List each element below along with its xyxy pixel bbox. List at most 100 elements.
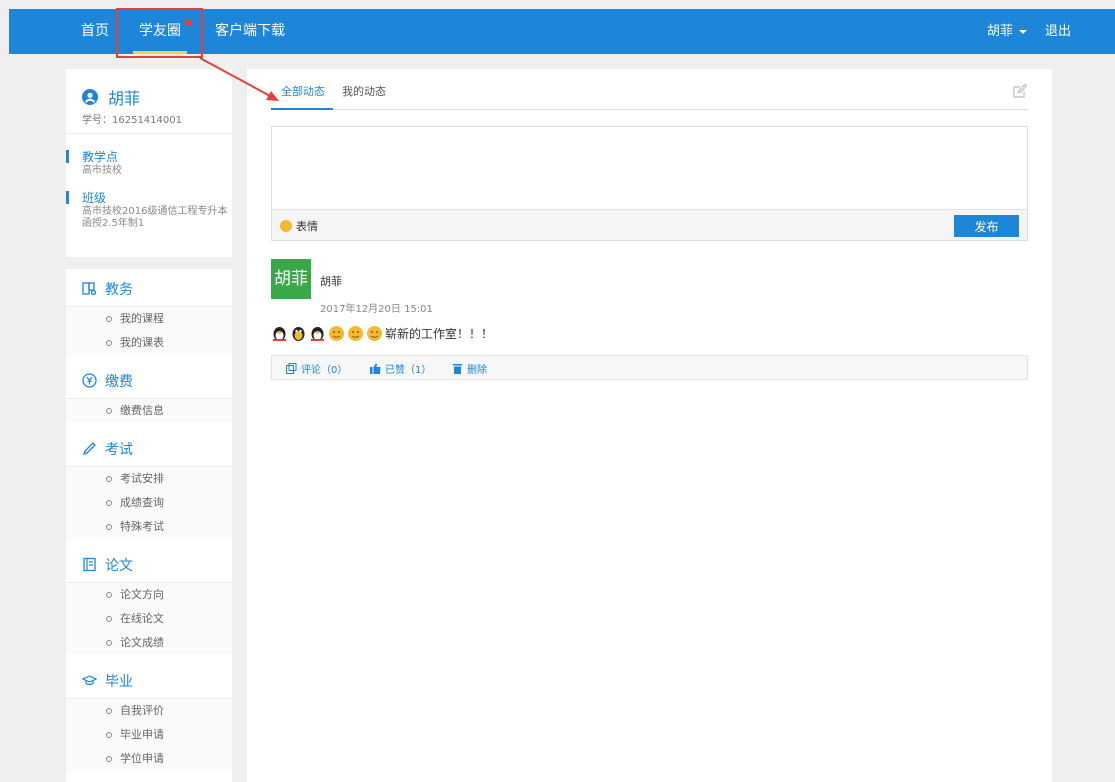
- profile-divider: [66, 133, 232, 134]
- menu-item-self-evaluation[interactable]: 自我评价: [66, 699, 232, 723]
- student-id: 学号：16251414001: [82, 115, 182, 126]
- bullet-icon: [106, 476, 112, 482]
- profile-name-row: 胡菲: [82, 85, 140, 109]
- bullet-icon: [106, 616, 112, 622]
- edit-icon[interactable]: [1012, 83, 1028, 99]
- school-accent-bar: [66, 150, 69, 163]
- delete-label: 删除: [467, 365, 487, 376]
- post-action-bar: 评论（0） 已赞（1） 删除: [271, 355, 1028, 380]
- profile-card: 胡菲 学号：16251414001 教学点 高市技校 班级 高市技校2016级通…: [66, 69, 232, 257]
- composer-toolbar: 表情 发布: [272, 209, 1027, 240]
- user-icon: [82, 89, 98, 105]
- menu-head-label: 考试: [105, 441, 133, 458]
- menu-item-label: 成绩查询: [120, 496, 164, 509]
- menu-item-my-courses[interactable]: 我的课程: [66, 307, 232, 331]
- emoji-button[interactable]: 表情: [280, 218, 318, 234]
- caret-down-icon: [1019, 29, 1027, 34]
- pencil-icon: [82, 442, 96, 456]
- smiley-emoji-icon: [329, 325, 344, 341]
- bullet-icon: [106, 732, 112, 738]
- menu-head-thesis[interactable]: 论文: [66, 547, 232, 583]
- comment-button[interactable]: 评论（0）: [286, 361, 347, 376]
- menu-head-fees[interactable]: 缴费: [66, 363, 232, 399]
- comment-icon: [286, 363, 297, 374]
- menu-head-academic[interactable]: 教务: [66, 271, 232, 307]
- side-menu: 教务 我的课程 我的课表 缴费 缴费信息 考试 考试安排 成绩查询 特殊考试 论…: [66, 269, 232, 782]
- yen-icon: [82, 373, 97, 388]
- avatar: 胡菲: [271, 259, 311, 299]
- delete-button[interactable]: 删除: [452, 361, 487, 376]
- menu-item-thesis-grade[interactable]: 论文成绩: [66, 631, 232, 655]
- penguin-emoji-icon: [273, 326, 286, 341]
- menu-item-grade-query[interactable]: 成绩查询: [66, 491, 232, 515]
- menu-sub-thesis: 论文方向 在线论文 论文成绩: [66, 583, 232, 655]
- graduation-cap-icon: [82, 675, 97, 686]
- bullet-icon: [106, 408, 112, 414]
- notification-dot: [185, 19, 192, 26]
- menu-item-degree-application[interactable]: 学位申请: [66, 747, 232, 771]
- penguin-emoji-icon: [292, 326, 305, 341]
- emoji-label: 表情: [296, 220, 318, 233]
- class-label: 班级: [82, 191, 107, 205]
- smiley-icon: [280, 220, 292, 232]
- menu-head-label: 教务: [105, 281, 133, 298]
- penguin-emoji-icon: [311, 326, 324, 341]
- post-content: 崭新的工作室！！！: [271, 322, 493, 344]
- menu-item-fee-info[interactable]: 缴费信息: [66, 399, 232, 423]
- bullet-icon: [106, 316, 112, 322]
- menu-item-online-thesis[interactable]: 在线论文: [66, 607, 232, 631]
- trash-icon: [453, 364, 462, 374]
- menu-item-label: 我的课表: [120, 336, 164, 349]
- post-composer: 表情 发布: [271, 126, 1028, 241]
- feed-tabs: 全部动态 我的动态: [271, 69, 1028, 110]
- school-label: 教学点: [82, 150, 119, 164]
- like-button[interactable]: 已赞（1）: [370, 361, 431, 376]
- menu-item-label: 我的课程: [120, 312, 164, 325]
- bullet-icon: [106, 708, 112, 714]
- user-menu[interactable]: 胡菲: [987, 9, 1027, 54]
- class-info: 班级 高市技校2016级通信工程专升本函授2.5年制1: [66, 190, 232, 230]
- post-text: 崭新的工作室！！！: [385, 326, 494, 341]
- bullet-icon: [106, 340, 112, 346]
- menu-sub-graduation: 自我评价 毕业申请 学位申请: [66, 699, 232, 771]
- class-value: 高市技校2016级通信工程专升本函授2.5年制1: [82, 206, 228, 229]
- menu-item-graduation-application[interactable]: 毕业申请: [66, 723, 232, 747]
- tab-my-activity[interactable]: 我的动态: [342, 83, 386, 99]
- nav-download-link[interactable]: 客户端下载: [215, 9, 285, 54]
- menu-head-graduation[interactable]: 毕业: [66, 663, 232, 699]
- post-author[interactable]: 胡菲: [320, 273, 342, 289]
- menu-item-label: 在线论文: [120, 612, 164, 625]
- post-time: 2017年12月20日 15:01: [320, 304, 433, 315]
- menu-head-label: 毕业: [105, 673, 133, 690]
- smiley-emoji-icon: [348, 325, 363, 341]
- comment-label: 评论（0）: [301, 365, 348, 376]
- publish-button[interactable]: 发布: [954, 215, 1019, 237]
- user-menu-label: 胡菲: [986, 24, 1013, 39]
- menu-item-exam-schedule[interactable]: 考试安排: [66, 467, 232, 491]
- nav-home-link[interactable]: 首页: [81, 9, 109, 54]
- bullet-icon: [106, 592, 112, 598]
- menu-item-label: 自我评价: [120, 704, 164, 717]
- menu-item-label: 缴费信息: [120, 404, 164, 417]
- academic-icon: [82, 282, 97, 296]
- menu-item-label: 学位申请: [120, 752, 164, 765]
- thumbs-up-icon: [370, 363, 381, 374]
- logout-link[interactable]: 退出: [1045, 9, 1071, 54]
- menu-sub-academic: 我的课程 我的课表: [66, 307, 232, 355]
- annotation-highlight-box: [116, 8, 203, 58]
- menu-sub-fees: 缴费信息: [66, 399, 232, 423]
- bullet-icon: [106, 756, 112, 762]
- menu-item-my-schedule[interactable]: 我的课表: [66, 331, 232, 355]
- menu-item-label: 论文方向: [120, 588, 164, 601]
- school-info: 教学点 高市技校: [66, 149, 232, 177]
- menu-item-thesis-direction[interactable]: 论文方向: [66, 583, 232, 607]
- menu-sub-exam: 考试安排 成绩查询 特殊考试: [66, 467, 232, 539]
- post-input[interactable]: [272, 127, 1027, 209]
- menu-item-special-exam[interactable]: 特殊考试: [66, 515, 232, 539]
- smiley-emoji-icon: [367, 325, 382, 341]
- bullet-icon: [106, 500, 112, 506]
- menu-head-exam[interactable]: 考试: [66, 431, 232, 467]
- profile-name: 胡菲: [108, 89, 141, 108]
- feed-panel: 全部动态 我的动态 表情 发布 胡菲 胡菲 2017年12月20日 15:01 …: [247, 69, 1052, 782]
- tab-all-activity[interactable]: 全部动态: [281, 83, 325, 99]
